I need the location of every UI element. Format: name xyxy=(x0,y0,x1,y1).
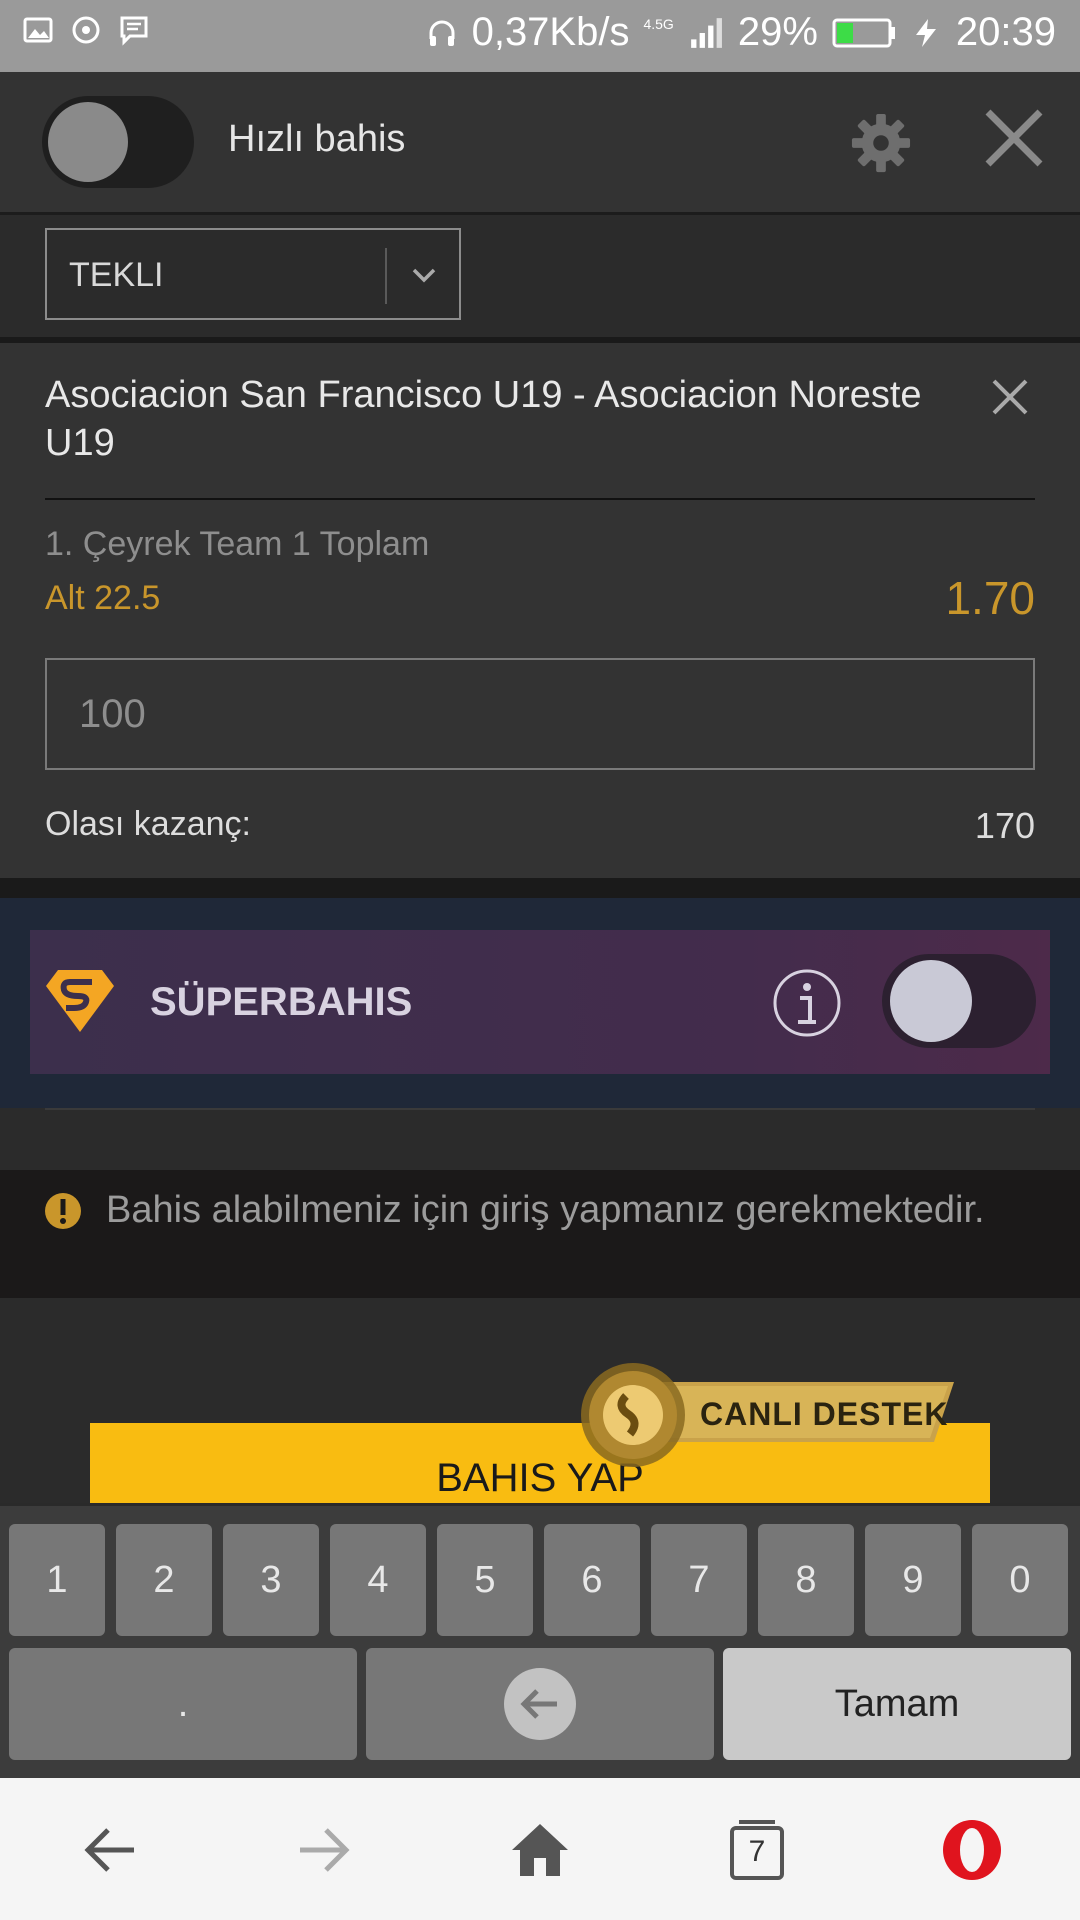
superbahis-panel: SÜPERBAHIS xyxy=(30,930,1050,1074)
select-divider xyxy=(385,248,387,304)
market-name: 1. Çeyrek Team 1 Toplam xyxy=(45,525,430,563)
done-button[interactable]: Tamam xyxy=(723,1648,1071,1760)
key-6[interactable]: 6 xyxy=(544,1524,640,1636)
stake-placeholder: 100 xyxy=(79,692,146,736)
numeric-keyboard: 1 2 3 4 5 6 7 8 9 0 . Tamam xyxy=(0,1503,1080,1781)
network-type: 4.5G xyxy=(643,15,674,32)
image-notification-icon xyxy=(23,17,53,43)
remove-bet-icon[interactable] xyxy=(990,377,1030,417)
login-warning-text: Bahis alabilmeniz için giriş yapmanız ge… xyxy=(106,1189,985,1231)
forward-arrow-icon[interactable] xyxy=(292,1818,356,1882)
bet-type-row: TEKLI xyxy=(0,215,1080,343)
toggle-knob xyxy=(48,102,128,182)
key-9[interactable]: 9 xyxy=(865,1524,961,1636)
superbahis-toggle[interactable] xyxy=(882,954,1036,1048)
back-arrow-icon[interactable] xyxy=(78,1818,142,1882)
key-8[interactable]: 8 xyxy=(758,1524,854,1636)
home-icon[interactable] xyxy=(508,1818,572,1882)
opera-menu-icon[interactable] xyxy=(940,1818,1004,1882)
key-dot[interactable]: . xyxy=(9,1648,357,1760)
key-backspace[interactable] xyxy=(366,1648,714,1760)
signal-icon xyxy=(690,17,722,48)
bet-card: Asociacion San Francisco U19 - Asociacio… xyxy=(0,343,1080,878)
possible-win-label: Olası kazanç: xyxy=(45,805,251,843)
close-icon[interactable] xyxy=(982,106,1046,170)
key-0[interactable]: 0 xyxy=(972,1524,1068,1636)
key-4[interactable]: 4 xyxy=(330,1524,426,1636)
divider xyxy=(45,498,1035,500)
toggle-knob xyxy=(890,960,972,1042)
key-5[interactable]: 5 xyxy=(437,1524,533,1636)
superbahis-section: SÜPERBAHIS xyxy=(0,898,1080,1108)
charging-icon xyxy=(915,18,936,47)
live-support-button[interactable]: CANLI DESTEK xyxy=(578,1360,958,1470)
bet-type-value: TEKLI xyxy=(69,256,164,294)
gear-icon[interactable] xyxy=(850,112,912,174)
quick-bet-label: Hızlı bahis xyxy=(228,118,406,160)
chevron-down-icon xyxy=(412,268,436,283)
bet-type-select[interactable]: TEKLI xyxy=(45,228,461,320)
key-3[interactable]: 3 xyxy=(223,1524,319,1636)
status-bar: 0,37Kb/s 4.5G 29% 20:39 xyxy=(0,0,1080,72)
key-7[interactable]: 7 xyxy=(651,1524,747,1636)
sync-notification-icon xyxy=(72,16,100,44)
tabs-count: 7 xyxy=(748,1835,766,1868)
divider xyxy=(45,1108,1035,1110)
live-support-label: CANLI DESTEK xyxy=(700,1396,949,1432)
divider xyxy=(0,878,1080,898)
tabs-button[interactable]: 7 xyxy=(725,1818,789,1882)
quick-bet-toggle[interactable] xyxy=(42,96,194,188)
selection-name: Alt 22.5 xyxy=(45,579,161,617)
superbahis-logo-icon xyxy=(46,970,114,1032)
message-notification-icon xyxy=(120,16,148,46)
key-1[interactable]: 1 xyxy=(9,1524,105,1636)
betslip-header: Hızlı bahis xyxy=(0,72,1080,215)
battery-percent: 29% xyxy=(737,10,818,54)
login-warning: Bahis alabilmeniz için giriş yapmanız ge… xyxy=(0,1170,1080,1298)
network-speed: 0,37Kb/s xyxy=(471,10,630,54)
possible-win-value: 170 xyxy=(974,805,1035,846)
clock: 20:39 xyxy=(955,10,1056,54)
odds-value: 1.70 xyxy=(945,572,1035,624)
match-title: Asociacion San Francisco U19 - Asociacio… xyxy=(45,374,922,464)
stake-input[interactable]: 100 xyxy=(45,658,1035,770)
browser-navbar: 7 xyxy=(0,1778,1080,1920)
headphones-icon xyxy=(429,20,455,46)
info-icon[interactable] xyxy=(772,968,842,1038)
key-2[interactable]: 2 xyxy=(116,1524,212,1636)
backspace-icon xyxy=(504,1668,576,1740)
battery-icon xyxy=(832,18,895,47)
superbahis-title: SÜPERBAHIS xyxy=(150,980,413,1024)
warning-icon xyxy=(45,1193,81,1229)
